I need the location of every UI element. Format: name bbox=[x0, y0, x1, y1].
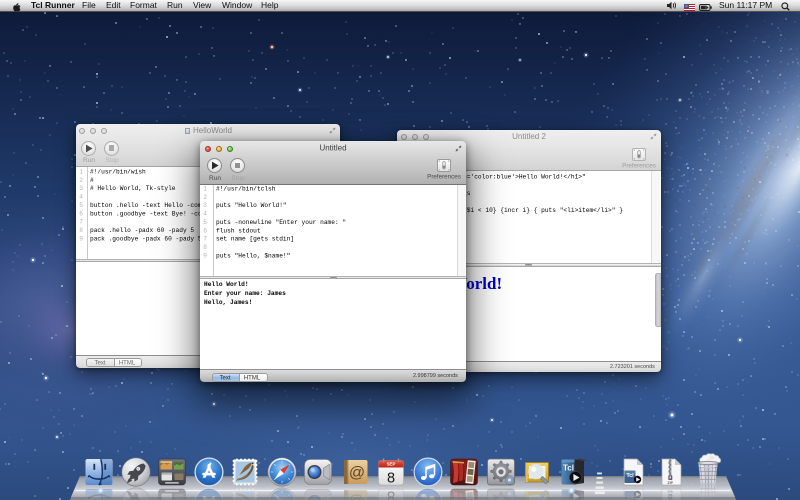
svg-text:Tcl: Tcl bbox=[563, 464, 574, 473]
svg-text:SEP: SEP bbox=[387, 462, 396, 467]
svg-text:8: 8 bbox=[387, 471, 395, 487]
svg-text:ZIP: ZIP bbox=[667, 481, 673, 485]
svg-text:@: @ bbox=[349, 465, 365, 482]
svg-text:Tcl: Tcl bbox=[626, 473, 634, 479]
